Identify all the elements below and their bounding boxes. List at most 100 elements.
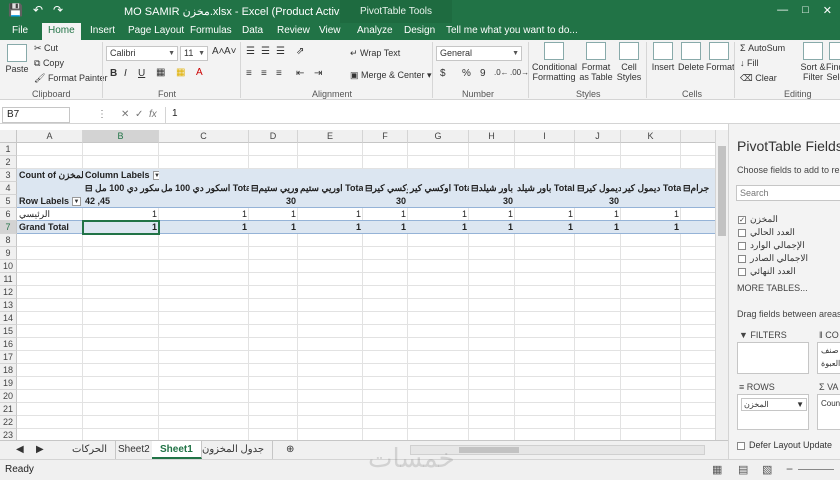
tab-page-layout[interactable]: Page Layout — [128, 25, 184, 36]
font-name-select[interactable]: Calibri ▼ — [106, 46, 178, 61]
page-break-view-icon[interactable]: ▧ — [762, 463, 772, 476]
borders-icon[interactable]: ▦ — [156, 67, 165, 78]
add-sheet-icon[interactable]: ⊕ — [278, 441, 302, 459]
percent-button[interactable]: % — [462, 68, 471, 79]
close-button[interactable]: ✕ — [823, 4, 832, 17]
pivot-value-cell[interactable]: 1 — [408, 208, 469, 221]
clear-button[interactable]: ⌫ Clear — [740, 73, 777, 84]
row-header[interactable]: 15 — [0, 325, 17, 338]
zoom-out-icon[interactable]: − — [786, 462, 793, 476]
enter-icon[interactable]: ✓ — [135, 109, 143, 120]
conditional-formatting-button[interactable]: Conditional Formatting — [532, 42, 577, 82]
row-header[interactable]: 9 — [0, 247, 17, 260]
checkbox-icon[interactable] — [738, 254, 746, 263]
field-item[interactable]: العدد الحالي — [738, 227, 795, 238]
field-item[interactable]: الإجمالي الوارد — [738, 240, 805, 251]
row-header[interactable]: 16 — [0, 338, 17, 351]
tab-home[interactable]: Home — [42, 23, 81, 40]
save-icon[interactable]: 💾 — [8, 3, 23, 17]
filter-dropdown-icon[interactable]: ▼ — [152, 171, 159, 181]
merge-center-button[interactable]: ▣ Merge & Center ▾ — [350, 70, 432, 81]
next-sheet-icon[interactable]: ▶ — [28, 441, 52, 459]
checkbox-icon[interactable] — [738, 267, 746, 276]
pivot-column-header[interactable]: ⊟ديمول كير — [575, 182, 621, 195]
grand-total-cell[interactable]: 1 — [249, 221, 298, 234]
checkbox-checked-icon[interactable]: ✓ — [738, 215, 746, 224]
formula-input[interactable]: 1 — [165, 107, 835, 123]
row-header[interactable]: 17 — [0, 351, 17, 364]
currency-button[interactable]: $ — [440, 68, 446, 79]
fill-color-icon[interactable]: ▦ — [176, 67, 185, 78]
scrollbar-thumb[interactable] — [459, 447, 519, 453]
paste-button[interactable]: Paste — [4, 44, 30, 74]
grand-total-cell[interactable]: 1 — [408, 221, 469, 234]
pivot-column-header[interactable]: اوريي ستيم Total — [298, 182, 363, 195]
row-field-chip[interactable]: المخزن ▼ — [741, 398, 807, 411]
column-header[interactable]: I — [515, 130, 575, 143]
field-item[interactable]: ✓ المخزن — [738, 214, 778, 225]
orientation-icon[interactable]: ⇗ — [296, 46, 304, 57]
row-header[interactable]: 22 — [0, 416, 17, 429]
align-middle-icon[interactable]: ☰ — [261, 46, 270, 57]
delete-cells-button[interactable]: Delete — [678, 42, 704, 72]
column-header[interactable]: F — [363, 130, 408, 143]
pivot-subheader[interactable]: 42 ,45 — [83, 195, 159, 208]
row-header[interactable]: 8 — [0, 234, 17, 247]
grow-font-icon[interactable]: A˄ — [212, 46, 225, 57]
column-header[interactable]: D — [249, 130, 298, 143]
pivot-row-label[interactable]: الرئيسي — [17, 208, 83, 221]
tab-view[interactable]: View — [319, 25, 341, 36]
pivot-count-label[interactable]: Count of المخزن — [17, 169, 83, 182]
checkbox-icon[interactable] — [738, 241, 746, 250]
column-field[interactable]: صنف — [821, 346, 839, 355]
row-header[interactable]: 2 — [0, 156, 17, 169]
decrease-decimal-icon[interactable]: .00→ — [510, 68, 529, 77]
pivot-column-header[interactable]: باور شيلد Total — [515, 182, 575, 195]
underline-button[interactable]: U — [138, 68, 145, 79]
grand-total-cell[interactable]: 1 — [575, 221, 621, 234]
insert-cells-button[interactable]: Insert — [650, 42, 676, 72]
tab-file[interactable]: File — [12, 25, 28, 36]
pivot-value-cell[interactable]: 1 — [363, 208, 408, 221]
pivot-subheader[interactable]: 30 — [575, 195, 621, 208]
row-header[interactable]: 18 — [0, 364, 17, 377]
pivot-value-cell[interactable]: 1 — [621, 208, 681, 221]
column-header[interactable]: K — [621, 130, 681, 143]
column-header[interactable] — [681, 130, 715, 143]
field-search-input[interactable]: Search — [736, 185, 840, 201]
align-right-icon[interactable]: ≡ — [276, 68, 282, 79]
worksheet-grid[interactable]: A B C D E F G H I J K 1 2 3 4 5 6 7 8 9 … — [0, 130, 715, 440]
sort-filter-button[interactable]: Sort & Filter — [800, 42, 826, 82]
row-header[interactable]: 23 — [0, 429, 17, 440]
pivot-column-header[interactable]: ⊟اوريي ستيم — [249, 182, 298, 195]
pivot-column-header[interactable]: ديمول كير Total — [621, 182, 681, 195]
column-header[interactable]: J — [575, 130, 621, 143]
grand-total-cell[interactable]: 1 — [363, 221, 408, 234]
tell-me-search[interactable]: Tell me what you want to do... — [446, 25, 578, 36]
pivot-column-header[interactable]: ⊟جرام — [681, 182, 715, 195]
copy-button[interactable]: ⧉ Copy — [34, 58, 64, 69]
filters-drop-area[interactable] — [737, 342, 809, 374]
row-header[interactable]: 14 — [0, 312, 17, 325]
sheet-tab[interactable]: الحركات — [64, 441, 117, 459]
decrease-indent-icon[interactable]: ⇤ — [296, 68, 304, 79]
pivot-value-cell[interactable]: 1 — [298, 208, 363, 221]
column-header[interactable]: H — [469, 130, 515, 143]
format-painter-button[interactable]: 🖌 Format Painter — [34, 73, 107, 84]
align-bottom-icon[interactable]: ☰ — [276, 46, 285, 57]
bold-button[interactable]: B — [110, 68, 117, 79]
pivot-column-labels[interactable]: Column Labels ▼ — [83, 169, 159, 182]
tab-design[interactable]: Design — [404, 25, 435, 36]
pivot-column-header[interactable]: اسكور دي 100 مل Total — [159, 182, 249, 195]
row-header[interactable]: 13 — [0, 299, 17, 312]
pivot-column-header[interactable]: ⊟ اسكور دي 100 مل — [83, 182, 159, 195]
normal-view-icon[interactable]: ▦ — [712, 463, 722, 476]
column-field[interactable]: العبوة — [821, 359, 840, 368]
pivot-column-header[interactable]: ⊟اوكسي كير — [363, 182, 408, 195]
scrollbar-thumb[interactable] — [718, 146, 726, 236]
row-header[interactable]: 20 — [0, 390, 17, 403]
column-header[interactable]: B — [83, 130, 159, 143]
number-format-select[interactable]: General ▼ — [436, 46, 522, 61]
filter-dropdown-icon[interactable]: ▼ — [72, 197, 82, 207]
row-header[interactable]: 10 — [0, 260, 17, 273]
